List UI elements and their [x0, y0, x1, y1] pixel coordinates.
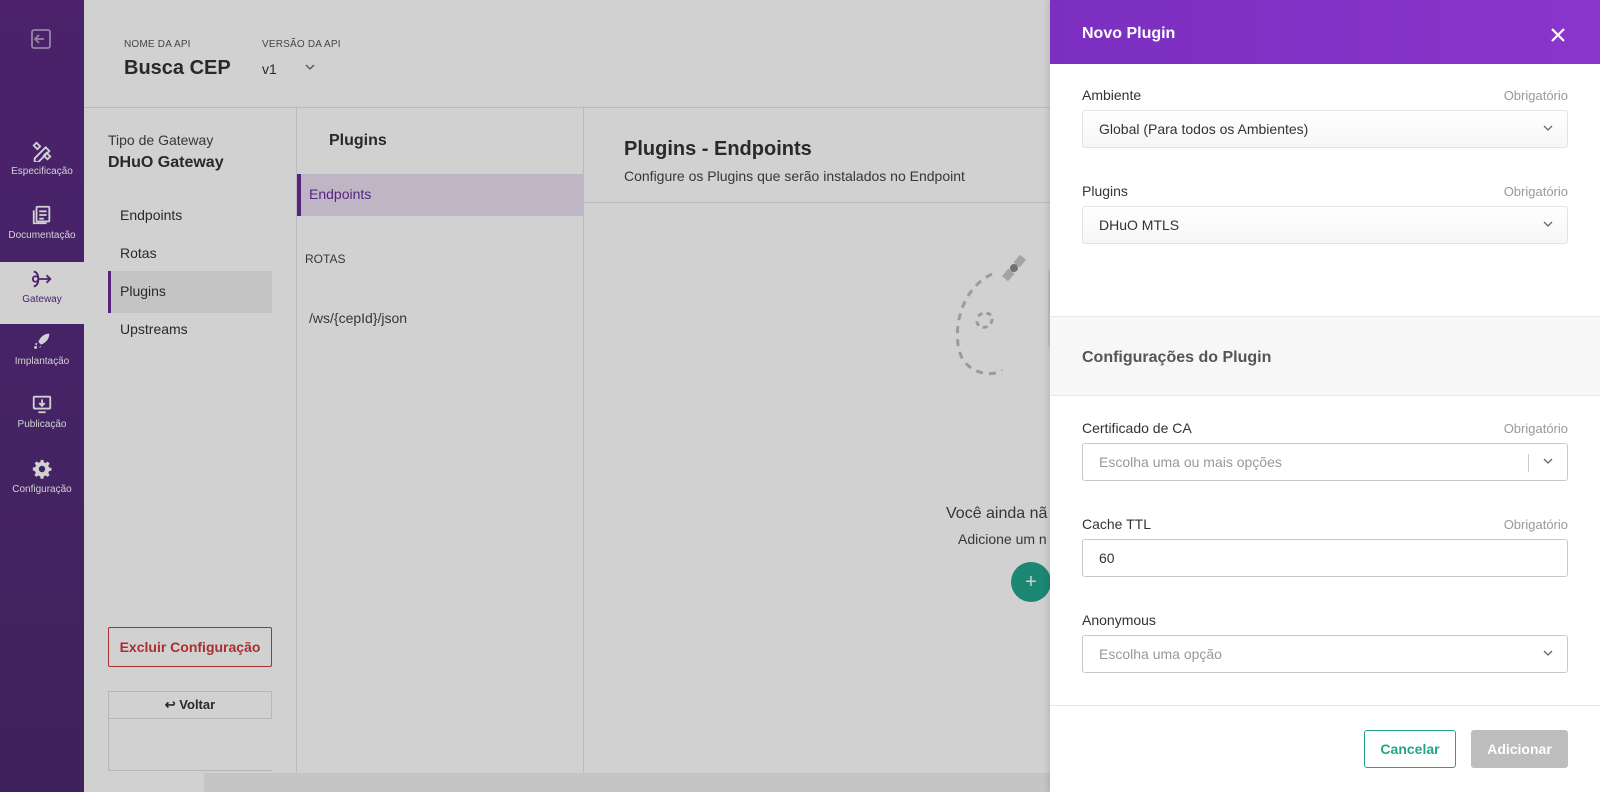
plugins-select[interactable]: DHuO MTLS: [1082, 206, 1568, 244]
cache-ttl-input[interactable]: [1082, 539, 1568, 577]
anonymous-select[interactable]: Escolha uma opção: [1082, 635, 1568, 673]
chevron-down-icon: [1543, 125, 1553, 131]
plugins-label: Plugins: [1082, 183, 1128, 199]
chevron-down-icon: [1543, 650, 1553, 656]
add-button[interactable]: Adicionar: [1471, 730, 1568, 768]
ambiente-select[interactable]: Global (Para todos os Ambientes): [1082, 110, 1568, 148]
modal-backdrop[interactable]: [0, 0, 1050, 792]
ca-placeholder: Escolha uma ou mais opções: [1099, 454, 1282, 470]
ambiente-value: Global (Para todos os Ambientes): [1099, 121, 1309, 137]
required-label: Obrigatório: [1503, 184, 1568, 199]
anonymous-placeholder: Escolha uma opção: [1099, 646, 1222, 662]
new-plugin-drawer: Novo Plugin Ambiente Obrigatório Global …: [1050, 0, 1600, 792]
drawer-title: Novo Plugin: [1082, 25, 1176, 42]
required-label: Obrigatório: [1503, 421, 1568, 436]
plugin-config-section: Configurações do Plugin: [1050, 316, 1600, 396]
ca-multiselect[interactable]: Escolha uma ou mais opções: [1082, 443, 1568, 481]
cancel-button[interactable]: Cancelar: [1364, 730, 1456, 768]
ambiente-label: Ambiente: [1082, 87, 1142, 103]
required-label: Obrigatório: [1503, 88, 1568, 103]
close-button[interactable]: [1546, 24, 1570, 48]
plugins-value: DHuO MTLS: [1099, 217, 1180, 233]
ca-label: Certificado de CA: [1082, 420, 1192, 436]
cache-ttl-label: Cache TTL: [1082, 516, 1151, 532]
close-icon: [1551, 27, 1565, 42]
drawer-footer-divider: [1050, 705, 1600, 706]
section-title: Configurações do Plugin: [1082, 349, 1272, 366]
chevron-down-icon: [1543, 221, 1553, 227]
drawer-header: Novo Plugin: [1050, 0, 1600, 64]
required-label: Obrigatório: [1503, 517, 1568, 532]
chevron-down-icon: [1543, 458, 1553, 464]
separator: [1528, 454, 1529, 472]
anonymous-label: Anonymous: [1082, 612, 1156, 628]
